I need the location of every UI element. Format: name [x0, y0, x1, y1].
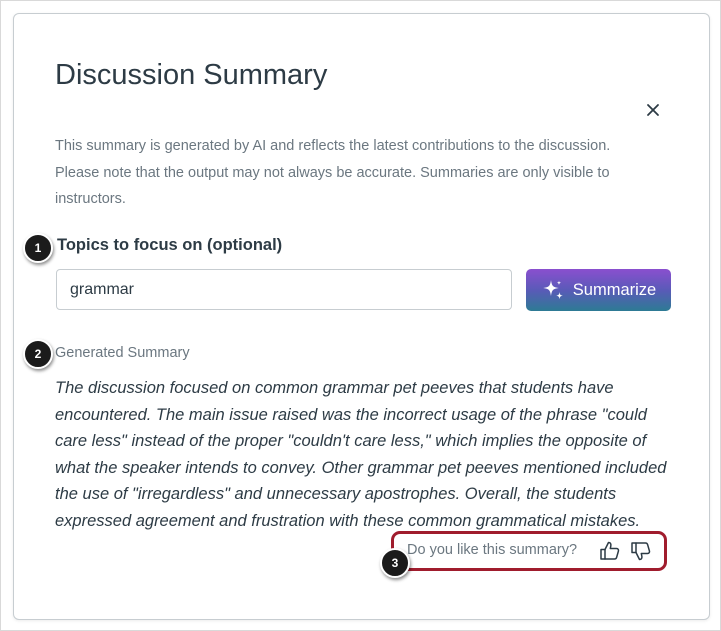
- callout-badge-2: 2: [23, 339, 53, 369]
- dialog-title: Discussion Summary: [55, 59, 328, 91]
- callout-badge-3: 3: [380, 548, 410, 578]
- thumbs-up-button[interactable]: [598, 539, 622, 563]
- screenshot-frame: Discussion Summary This summary is gener…: [0, 0, 721, 631]
- close-button[interactable]: [642, 99, 664, 121]
- summary-feedback: Do you like this summary?: [391, 531, 667, 571]
- callout-badge-1: 1: [23, 233, 53, 263]
- thumbs-down-icon: [631, 542, 651, 561]
- close-icon: [647, 104, 659, 116]
- feedback-prompt: Do you like this summary?: [407, 542, 578, 558]
- discussion-summary-dialog: Discussion Summary This summary is gener…: [13, 13, 710, 620]
- dialog-description: This summary is generated by AI and refl…: [55, 138, 611, 207]
- topics-label: Topics to focus on (optional): [57, 236, 283, 254]
- summarize-button-label: Summarize: [572, 280, 657, 299]
- sparkle-icon: [542, 280, 563, 300]
- thumbs-up-icon: [600, 541, 620, 560]
- topics-input[interactable]: [56, 269, 512, 310]
- summarize-button[interactable]: Summarize: [526, 269, 671, 311]
- thumbs-down-button[interactable]: [629, 539, 653, 563]
- generated-summary-text: The discussion focused on common grammar…: [55, 379, 667, 530]
- generated-summary-label: Generated Summary: [55, 345, 190, 361]
